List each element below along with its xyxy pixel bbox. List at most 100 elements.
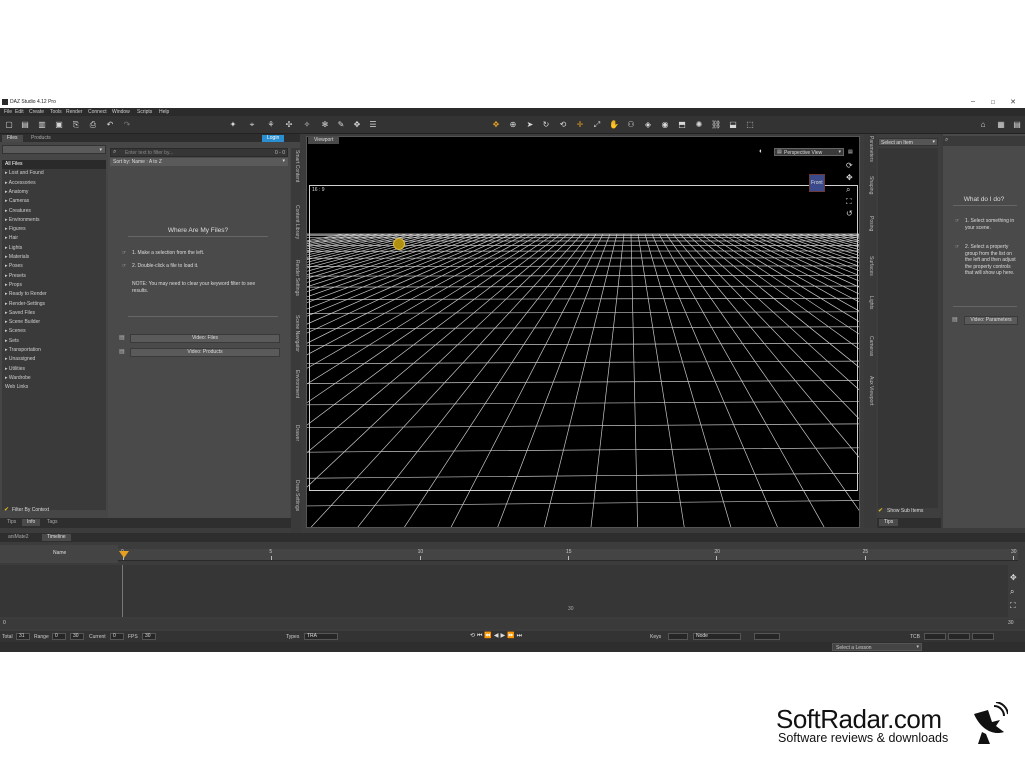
scale-tool-icon[interactable]: ⤢ — [592, 120, 602, 130]
tab-tips-right[interactable]: Tips — [879, 519, 899, 526]
undo-icon[interactable]: ↶ — [105, 120, 115, 130]
category-item[interactable]: ▸ Figures — [2, 225, 106, 234]
transfer-tool-icon[interactable]: ✻ — [320, 120, 330, 130]
render-settings-icon[interactable]: ⬓ — [728, 120, 738, 130]
category-item[interactable]: ▸ Poses — [2, 262, 106, 271]
menu-file[interactable]: File — [4, 109, 12, 115]
tab-viewport[interactable]: Viewport — [308, 136, 340, 144]
move-tool-icon[interactable]: ✛ — [575, 120, 585, 130]
right-side-tab[interactable]: Lights — [866, 296, 874, 334]
category-item[interactable]: ▸ Sets — [2, 337, 106, 346]
3d-viewport[interactable]: 16 : 9 ◐ Perspective View ▤ ▾ ▤ Front ⟳ … — [306, 136, 860, 528]
category-item[interactable]: ▸ Presets — [2, 272, 106, 281]
light-icon[interactable]: ✺ — [694, 120, 704, 130]
category-item[interactable]: ▸ Lost and Found — [2, 169, 106, 178]
viewport-menu-icon[interactable]: ▤ — [848, 149, 853, 155]
tcb-field-1[interactable] — [924, 633, 946, 640]
side-tab[interactable]: Draw Settings — [292, 480, 300, 530]
category-item[interactable]: ▸ Creatures — [2, 207, 106, 216]
node-select-icon[interactable]: ✦ — [228, 120, 238, 130]
rotate-tool-icon[interactable]: ↻ — [541, 120, 551, 130]
export-icon[interactable]: ⎙ — [88, 120, 98, 130]
node-dropdown[interactable]: Node — [693, 633, 741, 640]
side-tab[interactable]: Scene Navigator — [292, 315, 300, 365]
settings-icon[interactable]: ▤ — [1012, 120, 1022, 130]
tab-animate2[interactable]: aniMate2 — [3, 534, 34, 541]
close-button[interactable]: ✕ — [1006, 98, 1020, 106]
zoom-icon[interactable]: ⌕ — [846, 185, 850, 195]
category-item[interactable]: ▸ Utilities — [2, 365, 106, 374]
right-side-tab[interactable]: Cameras — [866, 336, 874, 374]
camera-tool-icon[interactable]: ⌖ — [247, 120, 257, 130]
item-select-dropdown[interactable]: Select an Item ▾ — [878, 138, 938, 146]
category-item[interactable]: ▸ Hair — [2, 234, 106, 243]
orbit-icon[interactable]: ⟳ — [846, 161, 853, 170]
category-item[interactable]: ▸ Lights — [2, 244, 106, 253]
types-dropdown[interactable]: TRA — [304, 633, 338, 640]
render-icon[interactable]: ◈ — [643, 120, 653, 130]
zoom-icon[interactable]: ⌕ — [1010, 587, 1014, 597]
keys-field[interactable] — [668, 633, 688, 640]
universal-tool-icon[interactable]: ✥ — [491, 120, 501, 130]
merge-folder-icon[interactable]: ▥ — [37, 120, 47, 130]
video-parameters-button[interactable]: Video: Parameters — [964, 316, 1018, 325]
menu-help[interactable]: Help — [159, 109, 169, 115]
category-item[interactable]: ▸ Environments — [2, 216, 106, 225]
new-file-icon[interactable]: ▢ — [4, 120, 14, 130]
video-products-button[interactable]: Video: Products — [130, 348, 280, 357]
right-side-tab[interactable]: Aux Viewport — [866, 376, 874, 414]
side-tab[interactable]: Content Library — [292, 205, 300, 255]
playback-controls[interactable]: ⟲⏮⏪◀▶⏩⏭ — [470, 632, 524, 640]
total-field[interactable]: 31 — [16, 633, 30, 640]
tab-tips[interactable]: Tips — [2, 519, 21, 526]
reset-view-icon[interactable]: ↺ — [846, 209, 853, 218]
side-tab[interactable]: Environment — [292, 370, 300, 420]
import-icon[interactable]: ⎘ — [71, 120, 81, 130]
show-sub-items[interactable]: ✔ Show Sub Items — [878, 507, 940, 515]
menu-render[interactable]: Render — [66, 109, 82, 115]
menu-create[interactable]: Create — [29, 109, 44, 115]
active-pose-icon[interactable]: ✋ — [609, 120, 619, 130]
frame-icon[interactable]: ⛶ — [1010, 601, 1016, 611]
lesson-dropdown[interactable]: Select a Lesson ▾ — [832, 643, 922, 651]
right-side-tab[interactable]: Posing — [866, 216, 874, 254]
right-side-tab[interactable]: Parameters — [866, 136, 874, 174]
joint-editor-icon[interactable]: ⚘ — [266, 120, 276, 130]
search-input[interactable]: Enter text to filter by... — [125, 150, 173, 156]
tab-products[interactable]: Products — [26, 135, 56, 142]
tcb-field-3[interactable] — [972, 633, 994, 640]
login-button[interactable]: Login — [262, 135, 285, 142]
category-item[interactable]: ▸ Unassigned — [2, 355, 106, 364]
drawstyle-icon[interactable]: ◐ — [759, 148, 763, 155]
align-icon[interactable]: ☰ — [368, 120, 378, 130]
menu-tools[interactable]: Tools — [50, 109, 62, 115]
timeline-ruler[interactable]: 0 5 10 15 20 25 30 — [118, 549, 1018, 561]
side-tab[interactable]: Smart Content — [292, 150, 300, 200]
pan-icon[interactable]: ✥ — [846, 173, 853, 182]
iray-icon[interactable]: ◉ — [660, 120, 670, 130]
current-frame-field[interactable]: 0 — [110, 633, 124, 640]
filter-by-context[interactable]: ✔ Filter By Context — [4, 506, 104, 514]
right-side-tab[interactable]: Shaping — [866, 176, 874, 214]
category-item[interactable]: ▸ Accessories — [2, 179, 106, 188]
view-mode-dropdown[interactable]: Perspective View ▤ ▾ — [774, 148, 844, 156]
sort-dropdown[interactable]: Sort by: Name : A to Z ▾ — [110, 158, 288, 166]
surface-tool-icon[interactable]: ✎ — [336, 120, 346, 130]
menu-connect[interactable]: Connect — [88, 109, 107, 115]
open-folder-icon[interactable]: ▤ — [20, 120, 30, 130]
morph-tool-icon[interactable]: ✧ — [302, 120, 312, 130]
spot-render-icon[interactable]: ✥ — [352, 120, 362, 130]
maximize-button[interactable]: ☐ — [986, 100, 1000, 106]
category-item[interactable]: All Files — [2, 160, 106, 169]
category-item[interactable]: ▸ Transportation — [2, 346, 106, 355]
category-item[interactable]: ▸ Anatomy — [2, 188, 106, 197]
category-item[interactable]: ▸ Wardrobe — [2, 374, 106, 383]
home-icon[interactable]: ⌂ — [978, 120, 988, 130]
view-cube[interactable]: Front — [809, 174, 825, 192]
range-end-field[interactable]: 30 — [70, 633, 84, 640]
fps-field[interactable]: 30 — [142, 633, 156, 640]
category-item[interactable]: ▸ Props — [2, 281, 106, 290]
camera-icon[interactable]: ⬒ — [677, 120, 687, 130]
frame-icon[interactable]: ⛶ — [846, 197, 852, 207]
key-action-button[interactable] — [754, 633, 780, 640]
